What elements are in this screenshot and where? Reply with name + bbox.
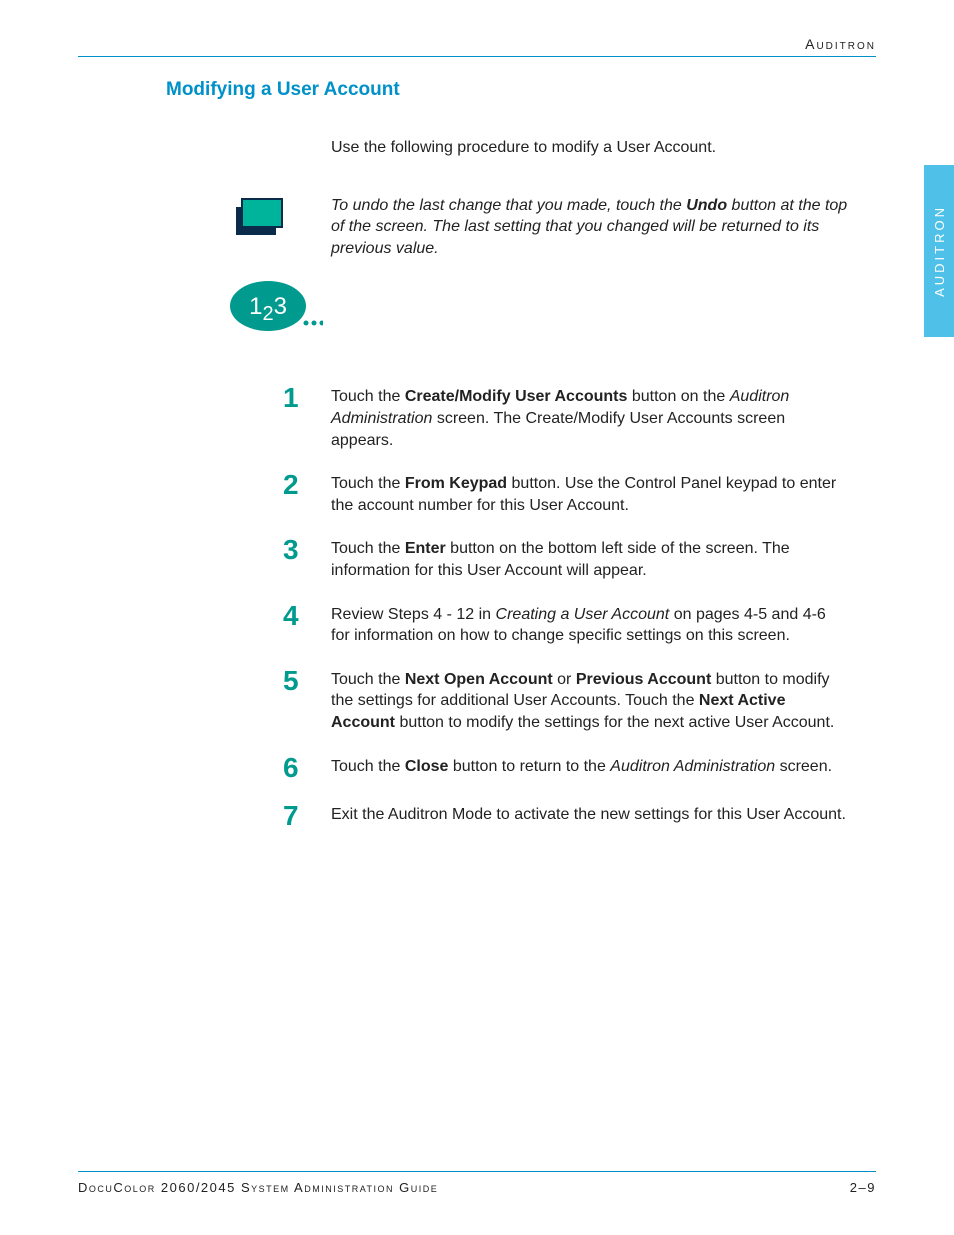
step-number: 1 [283, 384, 331, 412]
step-item: 1Touch the Create/Modify User Accounts b… [78, 384, 876, 451]
section-title: Modifying a User Account [166, 79, 876, 101]
step-text: Touch the Create/Modify User Accounts bu… [331, 384, 876, 451]
step-number: 3 [283, 536, 331, 564]
step-text: Exit the Auditron Mode to activate the n… [331, 802, 876, 826]
step-item: 2Touch the From Keypad button. Use the C… [78, 471, 876, 516]
step-text: Touch the From Keypad button. Use the Co… [331, 471, 876, 516]
step-item: 7Exit the Auditron Mode to activate the … [78, 802, 876, 830]
side-tab-label: AUDITRON [932, 205, 947, 297]
step-text: Touch the Next Open Account or Previous … [331, 667, 876, 734]
step-item: 5Touch the Next Open Account or Previous… [78, 667, 876, 734]
step-number: 4 [283, 602, 331, 630]
side-tab: AUDITRON [924, 165, 954, 337]
step-text: Touch the Close button to return to the … [331, 754, 876, 778]
note-bold: Undo [686, 197, 727, 214]
footer-left: DocuColor 2060/2045 System Administratio… [78, 1180, 438, 1195]
footer-rule [78, 1171, 876, 1172]
note-pre: To undo the last change that you made, t… [331, 197, 686, 214]
steps-list: 1Touch the Create/Modify User Accounts b… [78, 384, 876, 829]
step-text: Review Steps 4 - 12 in Creating a User A… [331, 602, 876, 647]
footer-page-number: 2–9 [850, 1180, 876, 1195]
intro-text: Use the following procedure to modify a … [331, 137, 876, 159]
step-item: 4Review Steps 4 - 12 in Creating a User … [78, 602, 876, 647]
note-text: To undo the last change that you made, t… [331, 195, 876, 260]
header-section-label: Auditron [78, 36, 876, 52]
step-number: 5 [283, 667, 331, 695]
note-icon [228, 195, 288, 245]
step-item: 6Touch the Close button to return to the… [78, 754, 876, 782]
step-item: 3Touch the Enter button on the bottom le… [78, 536, 876, 581]
step-text: Touch the Enter button on the bottom lef… [331, 536, 876, 581]
header-rule [78, 56, 876, 57]
steps-icon: 123 [228, 279, 323, 334]
step-number: 2 [283, 471, 331, 499]
step-number: 7 [283, 802, 331, 830]
step-number: 6 [283, 754, 331, 782]
